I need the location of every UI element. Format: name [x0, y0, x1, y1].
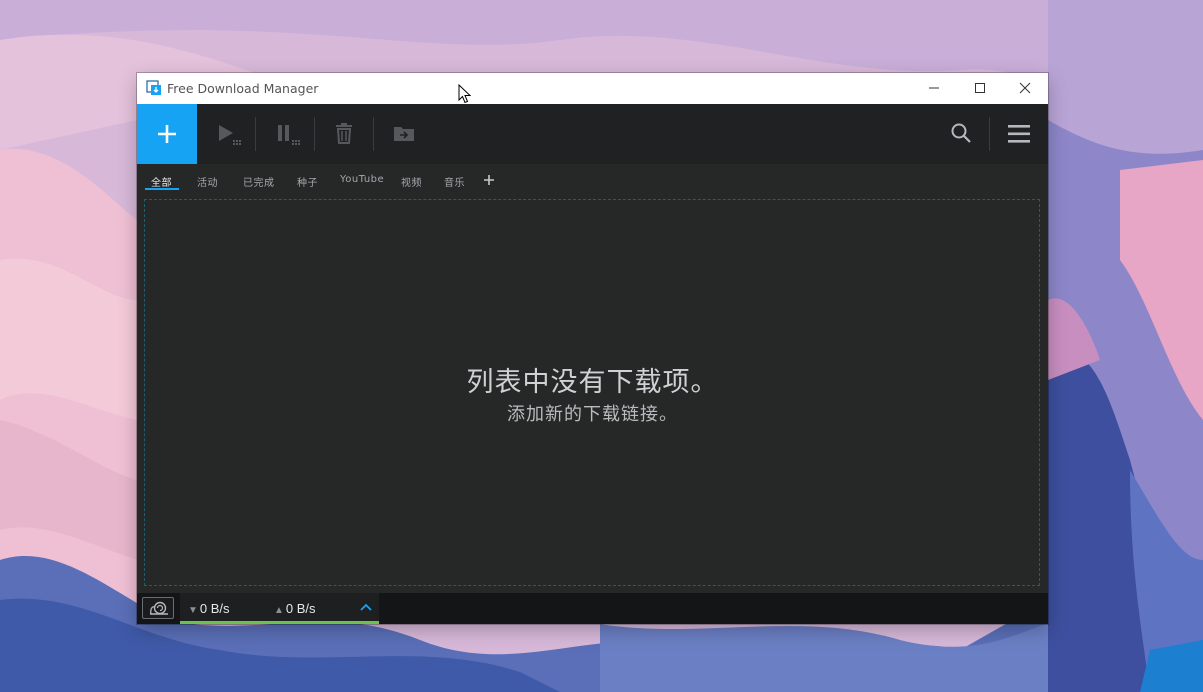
add-download-hint: 添加新的下载链接。 — [507, 404, 678, 425]
pause-icon — [278, 125, 300, 145]
mouse-cursor-icon — [458, 84, 472, 104]
speed-panel[interactable]: ▼ 0 B/s ▲ 0 B/s — [180, 593, 379, 624]
close-icon — [1019, 82, 1031, 94]
resume-button[interactable] — [199, 104, 257, 164]
speed-limit-toggle-button[interactable] — [142, 597, 174, 619]
active-tab-indicator — [145, 188, 179, 190]
snail-icon — [150, 601, 168, 615]
minimize-icon — [929, 87, 939, 89]
upload-speed-value: 0 B/s — [285, 601, 316, 616]
toolbar-divider — [373, 117, 374, 151]
download-speed-value: 0 B/s — [199, 601, 230, 616]
tab-video[interactable]: 视频 — [401, 174, 422, 189]
search-icon — [951, 123, 971, 143]
down-arrow-icon: ▼ — [188, 605, 198, 616]
delete-button[interactable] — [316, 104, 374, 164]
move-to-folder-button[interactable] — [375, 104, 433, 164]
add-tab-plus-icon[interactable] — [482, 173, 496, 187]
app-window: Free Download Manager 全部 活动 已完成 种子 YouTu… — [137, 73, 1048, 624]
up-arrow-icon: ▲ — [274, 605, 284, 616]
download-speed: ▼ 0 B/s — [188, 601, 230, 616]
main-menu-button[interactable] — [990, 104, 1048, 164]
upload-speed: ▲ 0 B/s — [274, 601, 316, 616]
close-button[interactable] — [1002, 73, 1048, 104]
toolbar-divider — [314, 117, 315, 151]
plus-icon — [158, 125, 176, 143]
hamburger-menu-icon — [1008, 125, 1030, 143]
tab-active[interactable]: 活动 — [197, 174, 218, 189]
chevron-up-icon[interactable] — [360, 602, 372, 612]
filter-tabs: 全部 活动 已完成 种子 YouTube 视频 音乐 — [137, 164, 1048, 196]
title-bar[interactable]: Free Download Manager — [137, 73, 1048, 104]
tab-music[interactable]: 音乐 — [444, 174, 465, 189]
window-title: Free Download Manager — [167, 81, 319, 96]
toolbar — [137, 104, 1048, 164]
tab-all[interactable]: 全部 — [151, 174, 172, 189]
fdm-logo-icon — [146, 80, 161, 95]
trash-icon — [336, 123, 352, 144]
minimize-button[interactable] — [911, 73, 957, 104]
folder-move-icon — [394, 127, 414, 141]
search-button[interactable] — [932, 104, 990, 164]
tab-torrents[interactable]: 种子 — [297, 174, 318, 189]
toolbar-divider — [255, 117, 256, 151]
tab-completed[interactable]: 已完成 — [243, 174, 275, 189]
empty-list-message: 列表中没有下载项。 — [466, 367, 719, 398]
add-download-button[interactable] — [137, 104, 197, 164]
play-icon — [219, 125, 241, 145]
maximize-button[interactable] — [957, 73, 1003, 104]
tab-youtube[interactable]: YouTube — [340, 174, 384, 185]
maximize-icon — [975, 83, 985, 93]
pause-button[interactable] — [257, 104, 315, 164]
status-bar: ▼ 0 B/s ▲ 0 B/s — [137, 593, 1048, 624]
